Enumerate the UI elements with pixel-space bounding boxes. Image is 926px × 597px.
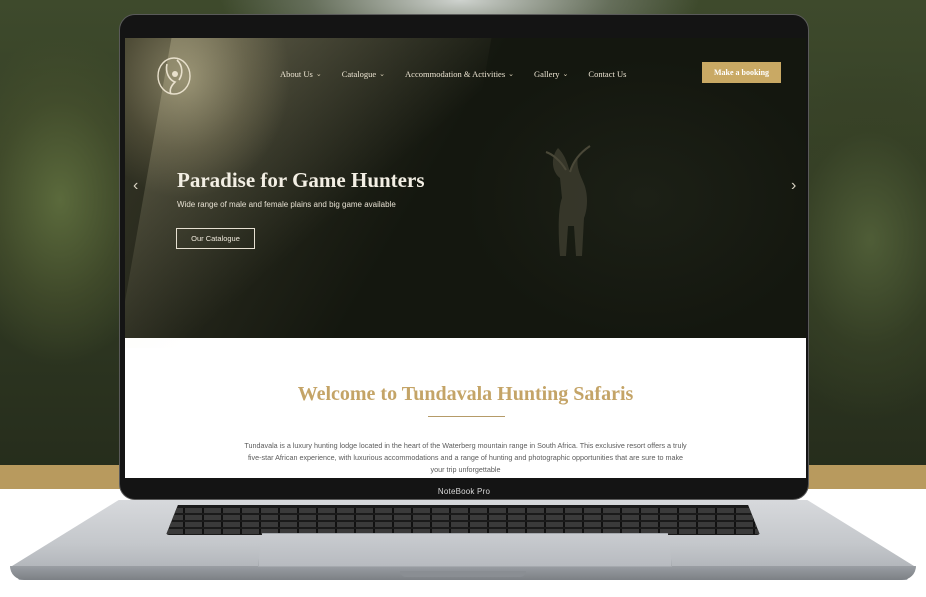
laptop-chin: NoteBook Pro	[119, 480, 809, 502]
laptop-screen: About Us ⌄ Catalogue ⌄ Accommodation & A…	[125, 38, 806, 478]
hero-title: Paradise for Game Hunters	[177, 168, 425, 192]
nav-item-about-us[interactable]: About Us ⌄	[280, 69, 322, 79]
main-nav: About Us ⌄ Catalogue ⌄ Accommodation & A…	[280, 66, 646, 82]
nav-label: Accommodation & Activities	[405, 69, 506, 79]
keyboard	[166, 505, 760, 535]
trackpad	[258, 533, 672, 567]
chevron-left-icon[interactable]: ‹	[133, 178, 138, 194]
nav-label: About Us	[280, 69, 313, 79]
nav-item-contact-us[interactable]: Contact Us	[588, 69, 626, 79]
keyboard-row	[166, 515, 760, 520]
nav-label: Gallery	[534, 69, 560, 79]
chevron-down-icon: ⌄	[315, 70, 322, 78]
hero-subtitle: Wide range of male and female plains and…	[177, 200, 396, 209]
nav-item-catalogue[interactable]: Catalogue ⌄	[342, 69, 385, 79]
animal-crest-logo[interactable]	[153, 52, 195, 98]
chevron-down-icon: ⌄	[562, 70, 569, 78]
nav-label: Contact Us	[588, 69, 627, 79]
welcome-title: Welcome to Tundavala Hunting Safaris	[297, 383, 634, 405]
nav-label: Catalogue	[341, 69, 377, 79]
hero-banner: About Us ⌄ Catalogue ⌄ Accommodation & A…	[125, 38, 806, 348]
laptop-notch	[400, 571, 526, 577]
make-booking-button[interactable]: Make a booking	[702, 62, 781, 83]
keyboard-row	[166, 522, 760, 527]
device-label: NoteBook Pro	[437, 486, 491, 496]
nav-item-gallery[interactable]: Gallery ⌄	[534, 69, 568, 79]
welcome-paragraph: Tundavala is a luxury hunting lodge loca…	[244, 441, 687, 474]
hero-animal-silhouette	[545, 145, 591, 256]
chevron-down-icon: ⌄	[508, 70, 515, 78]
title-divider	[428, 416, 505, 417]
chevron-down-icon: ⌄	[379, 70, 386, 78]
our-catalogue-button[interactable]: Our Catalogue	[176, 228, 255, 249]
chevron-right-icon[interactable]: ›	[791, 178, 796, 194]
keyboard-row	[166, 508, 760, 513]
nav-item-accommodation-activities[interactable]: Accommodation & Activities ⌄	[405, 69, 514, 79]
